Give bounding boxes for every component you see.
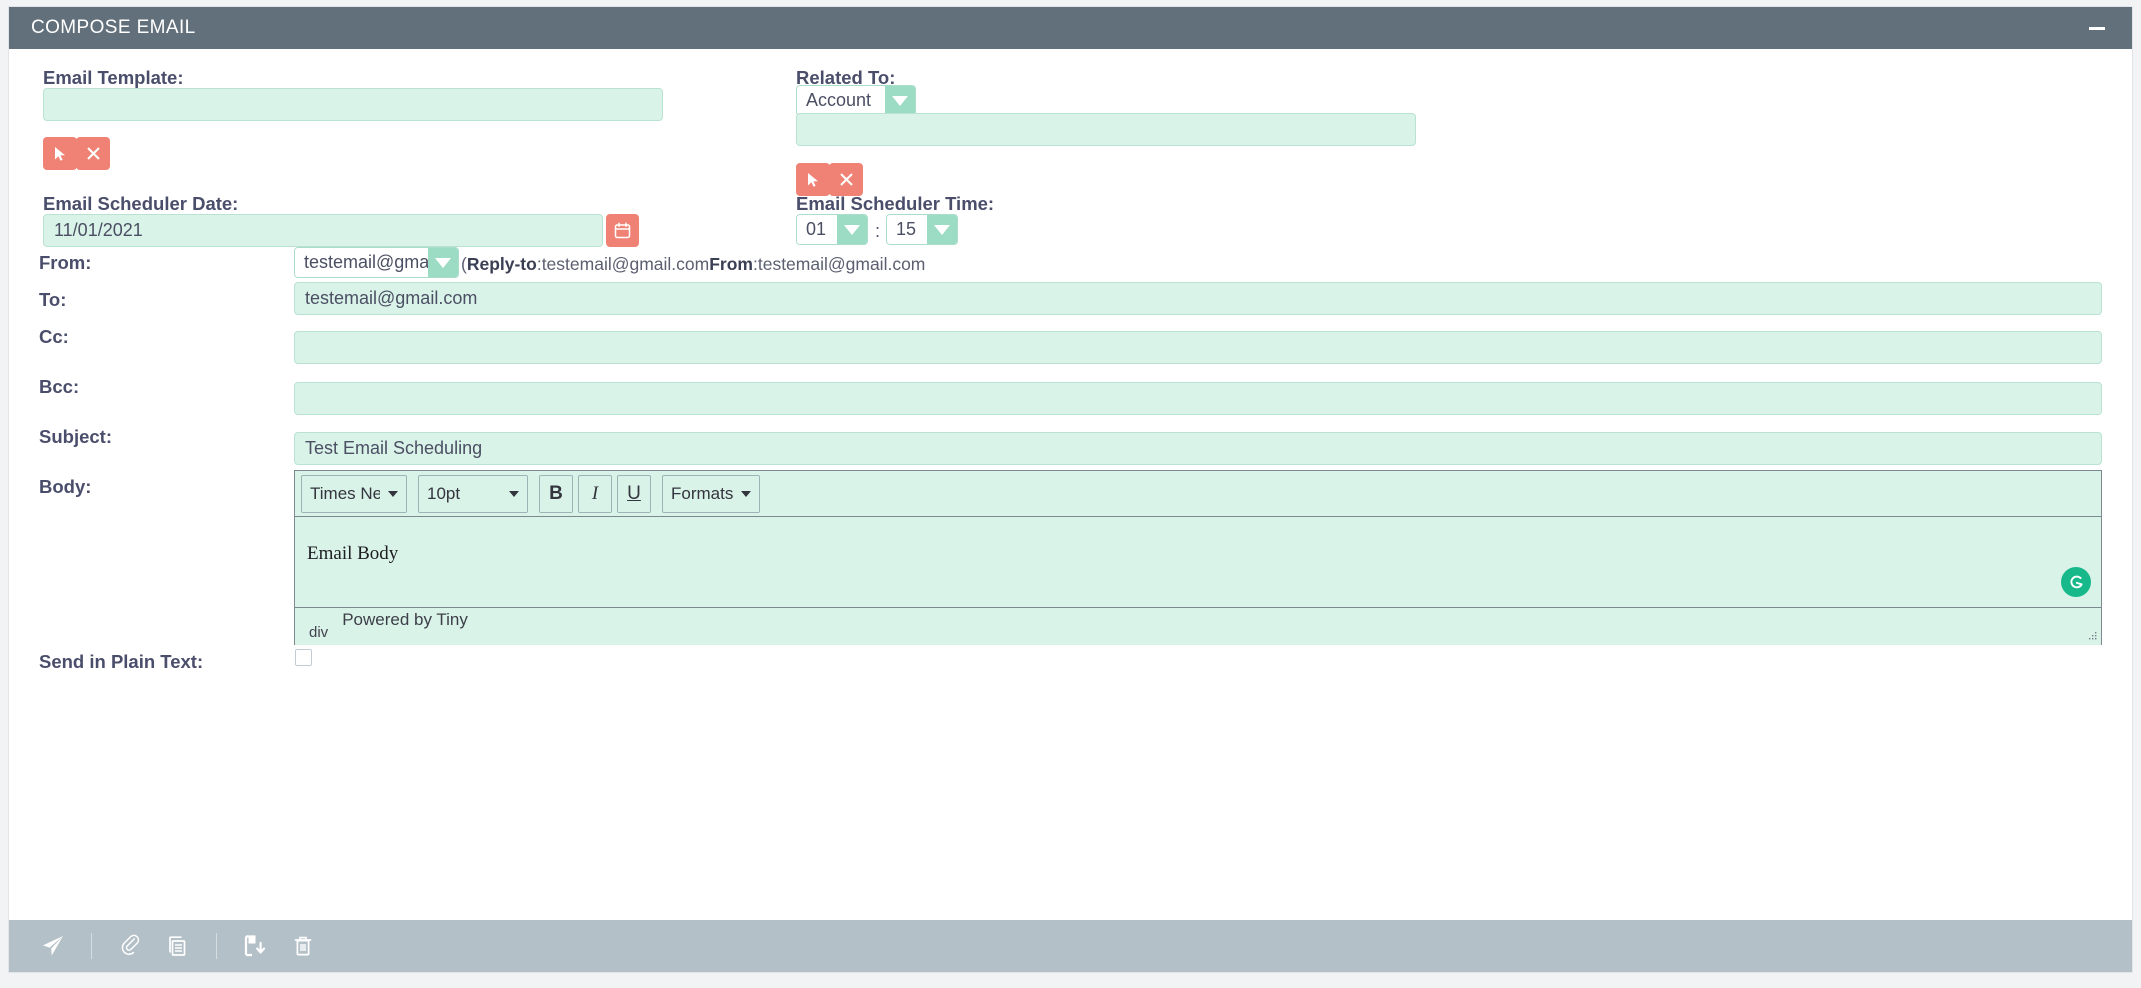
- save-floppy-icon: [244, 935, 266, 957]
- chevron-down-icon: [509, 490, 519, 497]
- close-x-icon: [840, 173, 852, 186]
- send-in-plain-text-checkbox[interactable]: [295, 649, 312, 666]
- chevron-down-icon: [741, 490, 752, 497]
- related-to-module-select[interactable]: Account: [796, 85, 916, 116]
- from-select[interactable]: testemail@gmail.com: [294, 247, 459, 278]
- underline-button[interactable]: U: [617, 474, 651, 513]
- editor-element-path[interactable]: div: [309, 624, 328, 645]
- documents-icon: [169, 936, 186, 956]
- note-reply-value: :testemail@gmail.com: [536, 254, 710, 274]
- cc-input[interactable]: [294, 331, 2102, 364]
- toolbar-divider: [216, 933, 217, 959]
- from-value: testemail@gmail.com: [295, 248, 428, 277]
- attach-file-button[interactable]: [106, 926, 154, 966]
- italic-button[interactable]: I: [578, 474, 612, 513]
- bold-icon: B: [549, 482, 563, 504]
- font-size-select[interactable]: 10pt: [418, 474, 528, 513]
- email-template-label: Email Template:: [43, 67, 184, 88]
- compose-email-panel: COMPOSE EMAIL Email Template: Related To: [8, 6, 2133, 973]
- bold-button[interactable]: B: [539, 474, 573, 513]
- close-x-icon: [87, 147, 99, 160]
- send-button[interactable]: [29, 926, 77, 966]
- email-template-input[interactable]: [43, 88, 663, 121]
- subject-label: Subject:: [39, 426, 112, 447]
- from-reply-note: (Reply-to:testemail@gmail.comFrom:testem…: [461, 254, 925, 275]
- minus-icon: [2089, 26, 2105, 30]
- to-input[interactable]: [294, 282, 2102, 315]
- chevron-down-icon: [927, 215, 957, 244]
- scheduler-time-label: Email Scheduler Time:: [796, 193, 995, 214]
- scheduler-time-hour-select[interactable]: 01: [796, 214, 868, 245]
- trash-icon: [294, 936, 312, 956]
- editor-toolbar: Times New ... 10pt B I U: [295, 471, 2101, 517]
- scheduler-time-hour-value: 01: [797, 215, 837, 244]
- font-size-value: 10pt: [427, 483, 461, 503]
- cc-label: Cc:: [39, 326, 69, 347]
- chevron-down-icon: [428, 248, 458, 277]
- editor-branding: Powered by Tiny: [342, 610, 468, 629]
- formats-label: Formats: [671, 483, 734, 503]
- to-label: To:: [39, 289, 67, 310]
- related-to-select-button[interactable]: [796, 163, 830, 196]
- rich-text-editor: Times New ... 10pt B I U: [294, 470, 2102, 645]
- chevron-down-icon: [837, 215, 867, 244]
- email-template-select-button[interactable]: [43, 137, 77, 170]
- body-label: Body:: [39, 476, 92, 497]
- panel-body: Email Template: Related To: Account Emai…: [9, 49, 2132, 922]
- subject-input[interactable]: [294, 432, 2102, 465]
- bcc-input[interactable]: [294, 382, 2102, 415]
- paperclip-icon: [121, 934, 140, 955]
- scheduler-date-calendar-button[interactable]: [606, 214, 639, 247]
- formats-menu-button[interactable]: Formats: [662, 474, 761, 513]
- scheduler-time-minute-value: 15: [887, 215, 927, 244]
- editor-content-area[interactable]: Email Body: [295, 517, 2101, 607]
- email-template-clear-button[interactable]: [76, 137, 110, 170]
- page-title: COMPOSE EMAIL: [31, 17, 196, 38]
- bcc-label: Bcc:: [39, 376, 80, 397]
- scheduler-time-minute-select[interactable]: 15: [886, 214, 958, 245]
- related-to-module-value: Account: [797, 86, 885, 115]
- panel-header: COMPOSE EMAIL: [9, 7, 2132, 49]
- related-to-clear-button[interactable]: [829, 163, 863, 196]
- minimize-button[interactable]: [2084, 15, 2110, 41]
- scheduler-date-input[interactable]: [43, 214, 603, 247]
- editor-status-bar: div Powered by Tiny: [295, 607, 2101, 645]
- grammarly-g-icon: [2070, 575, 2083, 588]
- note-from-label: From: [709, 254, 753, 274]
- related-to-record-input[interactable]: [796, 113, 1416, 146]
- underline-icon: U: [627, 482, 641, 504]
- panel-footer-toolbar: [9, 920, 2132, 972]
- template-button[interactable]: [154, 926, 202, 966]
- font-family-select[interactable]: Times New ...: [301, 474, 407, 513]
- from-label: From:: [39, 252, 92, 273]
- font-family-value: Times New ...: [310, 483, 380, 503]
- delete-button[interactable]: [279, 926, 327, 966]
- note-reply-label: Reply-to: [466, 254, 537, 274]
- note-from-value: :testemail@gmail.com: [752, 254, 926, 274]
- scheduler-time-separator: :: [875, 221, 881, 241]
- italic-icon: I: [591, 482, 599, 504]
- cursor-arrow-icon: [54, 146, 65, 161]
- chevron-down-icon: [885, 86, 915, 115]
- resize-grip-icon[interactable]: [2086, 630, 2098, 642]
- cursor-arrow-icon: [807, 172, 818, 187]
- calendar-icon: [614, 222, 631, 239]
- grammarly-icon[interactable]: [2061, 567, 2091, 597]
- chevron-down-icon: [388, 490, 398, 497]
- paper-plane-icon: [43, 936, 63, 956]
- compose-email-screen: COMPOSE EMAIL Email Template: Related To: [0, 0, 2141, 988]
- scheduler-date-label: Email Scheduler Date:: [43, 193, 239, 214]
- editor-body-text: Email Body: [307, 543, 399, 564]
- save-draft-button[interactable]: [231, 926, 279, 966]
- toolbar-divider: [91, 933, 92, 959]
- plain-text-label: Send in Plain Text:: [39, 651, 204, 672]
